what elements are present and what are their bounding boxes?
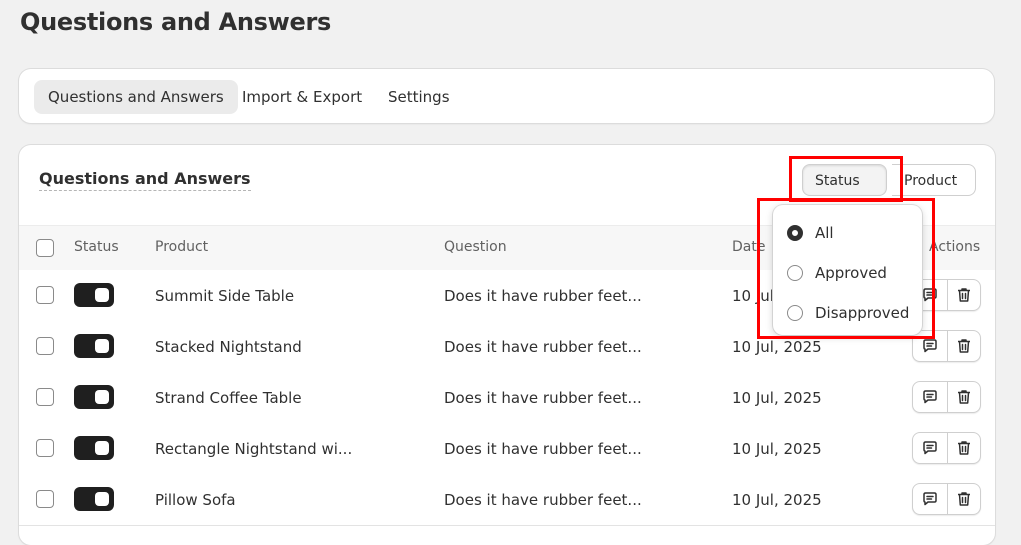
- row-actions: [912, 279, 981, 311]
- tab-import-export[interactable]: Import & Export: [228, 80, 376, 114]
- status-option-disapproved[interactable]: Disapproved: [787, 302, 909, 324]
- page-title: Questions and Answers: [20, 8, 331, 36]
- row-checkbox[interactable]: [36, 337, 54, 355]
- chat-icon: [923, 492, 937, 506]
- row-checkbox[interactable]: [36, 388, 54, 406]
- trash-icon: [958, 390, 970, 404]
- status-filter-label: Status: [815, 173, 860, 189]
- row-question: Does it have rubber feet...: [444, 389, 642, 407]
- row-question: Does it have rubber feet...: [444, 491, 642, 509]
- card-title: Questions and Answers: [39, 169, 251, 191]
- column-product: Product: [155, 239, 209, 255]
- status-toggle[interactable]: [74, 487, 114, 511]
- radio-selected[interactable]: [787, 225, 803, 241]
- row-question: Does it have rubber feet...: [444, 287, 642, 305]
- delete-button[interactable]: [947, 433, 981, 463]
- column-question: Question: [444, 239, 507, 255]
- column-date: Date: [732, 239, 766, 255]
- row-product: Pillow Sofa: [155, 491, 236, 509]
- row-date: 10 Jul, 2025: [732, 440, 822, 458]
- product-filter-label: Product: [904, 173, 958, 189]
- column-actions: Actions: [929, 239, 981, 255]
- delete-button[interactable]: [947, 280, 981, 310]
- radio-unselected[interactable]: [787, 265, 803, 281]
- trash-icon: [958, 339, 970, 353]
- chat-icon: [923, 441, 937, 455]
- tabs-bar: Questions and Answers Import & Export Se…: [19, 69, 994, 123]
- row-product: Stacked Nightstand: [155, 338, 302, 356]
- column-status: Status: [74, 239, 119, 255]
- status-toggle[interactable]: [74, 283, 114, 307]
- row-question: Does it have rubber feet...: [444, 338, 642, 356]
- status-toggle[interactable]: [74, 385, 114, 409]
- product-filter-button[interactable]: Product: [892, 164, 976, 196]
- delete-button[interactable]: [947, 331, 981, 361]
- delete-button[interactable]: [947, 484, 981, 514]
- row-product: Strand Coffee Table: [155, 389, 302, 407]
- delete-button[interactable]: [947, 382, 981, 412]
- status-option-approved[interactable]: Approved: [787, 262, 887, 284]
- status-option-all[interactable]: All: [787, 222, 834, 244]
- chat-icon: [923, 339, 937, 353]
- status-toggle[interactable]: [74, 436, 114, 460]
- reply-button[interactable]: [913, 433, 948, 463]
- tab-questions-and-answers[interactable]: Questions and Answers: [34, 80, 238, 114]
- tab-settings[interactable]: Settings: [374, 80, 464, 114]
- chat-icon: [923, 390, 937, 404]
- option-label: Approved: [815, 264, 887, 282]
- row-product: Rectangle Nightstand wi...: [155, 440, 353, 458]
- row-actions: [912, 483, 981, 515]
- chat-icon: [923, 288, 937, 302]
- status-toggle[interactable]: [74, 334, 114, 358]
- radio-unselected[interactable]: [787, 305, 803, 321]
- reply-button[interactable]: [913, 331, 948, 361]
- row-question: Does it have rubber feet...: [444, 440, 642, 458]
- row-date: 10 Jul: [732, 287, 774, 305]
- trash-icon: [958, 288, 970, 302]
- row-actions: [912, 381, 981, 413]
- option-label: Disapproved: [815, 304, 910, 322]
- row-checkbox[interactable]: [36, 490, 54, 508]
- row-checkbox[interactable]: [36, 286, 54, 304]
- table-row: Strand Coffee Table Does it have rubber …: [19, 372, 995, 424]
- select-all-checkbox[interactable]: [36, 239, 54, 257]
- option-label: All: [815, 224, 834, 242]
- row-actions: [912, 330, 981, 362]
- status-filter-button[interactable]: Status: [802, 164, 887, 217]
- row-product: Summit Side Table: [155, 287, 295, 305]
- trash-icon: [958, 492, 970, 506]
- row-date: 10 Jul, 2025: [732, 338, 822, 356]
- trash-icon: [958, 441, 970, 455]
- row-checkbox[interactable]: [36, 439, 54, 457]
- reply-button[interactable]: [913, 484, 948, 514]
- status-dropdown: All Approved Disapproved: [773, 205, 922, 335]
- table-row: Pillow Sofa Does it have rubber feet... …: [19, 474, 995, 526]
- row-actions: [912, 432, 981, 464]
- row-date: 10 Jul, 2025: [732, 389, 822, 407]
- table-row: Rectangle Nightstand wi... Does it have …: [19, 423, 995, 475]
- row-date: 10 Jul, 2025: [732, 491, 822, 509]
- reply-button[interactable]: [913, 382, 948, 412]
